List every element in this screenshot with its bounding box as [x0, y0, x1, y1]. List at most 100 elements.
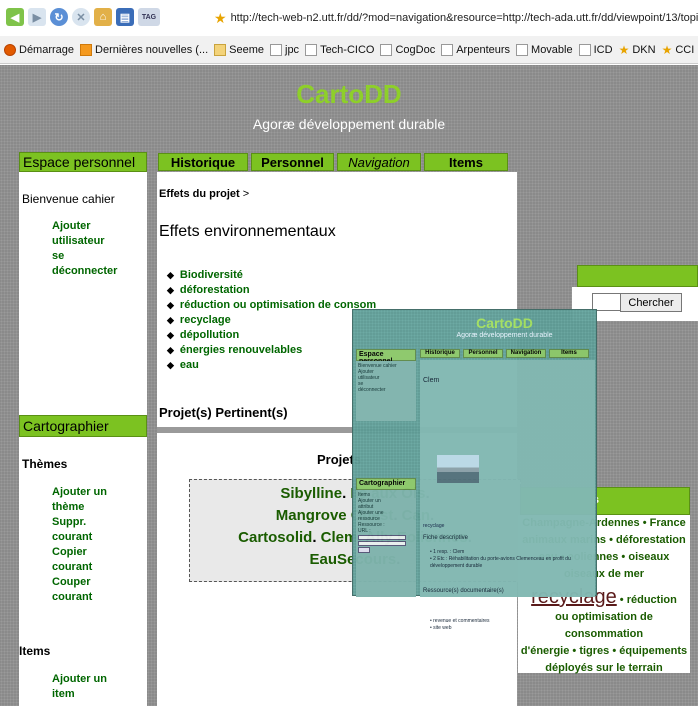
tag-link[interactable]: d'énergie — [521, 645, 569, 657]
espace-link[interactable]: se — [52, 249, 117, 264]
breadcrumb-link[interactable]: Effets du projet — [159, 188, 240, 200]
effect-item[interactable]: Biodiversité — [167, 268, 376, 283]
star-icon: ★ — [618, 42, 630, 57]
effect-item[interactable]: réduction ou optimisation de consom — [167, 298, 376, 313]
bookmark-item[interactable]: Tech-CICO — [305, 43, 374, 56]
page-content: CartoDD Agoræ développement durable Espa… — [0, 65, 698, 706]
tag-link[interactable]: équipements — [619, 645, 687, 657]
bookmark-item[interactable]: Démarrage — [4, 43, 74, 56]
bookmark-label[interactable]: DKN — [632, 44, 655, 56]
tag-link[interactable]: déforestation — [616, 534, 686, 546]
tab-historique[interactable]: Historique — [158, 153, 248, 171]
tag-bullet: • — [639, 517, 650, 529]
overlay-text: • site web — [430, 625, 452, 631]
section-title: Effets environnementaux — [159, 223, 336, 240]
tab-navigation[interactable]: Navigation — [337, 153, 421, 171]
tag-link[interactable]: déployés sur le terrain — [545, 662, 662, 674]
theme-link[interactable]: Ajouter un — [52, 485, 107, 500]
espace-link[interactable]: Ajouter — [52, 219, 117, 234]
overlay-cartographier-panel: Items Ajouter un attribut Ajouter une ressou… — [356, 490, 416, 597]
espace-link[interactable]: déconnecter — [52, 264, 117, 279]
projets-pertinents-heading: Projet(s) Pertinent(s) — [159, 405, 288, 420]
theme-link[interactable]: Suppr. — [52, 515, 107, 530]
bookmark-label[interactable]: CCI — [675, 44, 694, 56]
bookmark-item[interactable]: Movable — [516, 43, 573, 56]
theme-link[interactable]: Copier — [52, 545, 107, 560]
theme-link[interactable]: courant — [52, 530, 107, 545]
effect-item[interactable]: dépollution — [167, 328, 376, 343]
breadcrumb: Effets du projet > — [159, 188, 249, 200]
bookmark-item[interactable]: Dernières nouvelles (... — [80, 43, 208, 56]
espace-personnel-header: Espace personnel — [19, 152, 147, 172]
tab-personnel[interactable]: Personnel — [251, 153, 334, 171]
bookmark-item[interactable]: ★ CCI — [662, 44, 695, 56]
tag-link[interactable]: oiseaux — [628, 551, 669, 563]
overlay-item-title: Clem — [423, 377, 440, 384]
effect-item[interactable]: eau — [167, 358, 376, 373]
page-icon — [305, 43, 318, 56]
project-link[interactable]: Cartosolid — [238, 529, 312, 546]
bookmark-item[interactable]: jpc — [270, 43, 299, 56]
url-text[interactable]: http://tech-web-n2.utt.fr/dd/?mod=naviga… — [231, 12, 698, 24]
reload-icon[interactable]: ↻ — [50, 8, 68, 26]
bookmark-item[interactable]: ICD — [578, 43, 613, 56]
espace-link[interactable]: utilisateur — [52, 234, 117, 249]
overlay-text: URL : — [358, 528, 371, 534]
espace-personnel-panel: Bienvenue cahier Ajouter utilisateur se déc… — [19, 172, 147, 417]
bookmark-label[interactable]: Movable — [531, 44, 573, 56]
navigation-buttons: ◀ ▶ ↻ ✕ ⌂ ▤ TAG — [6, 6, 160, 28]
site-title[interactable]: CartoDD — [0, 79, 698, 110]
forward-icon[interactable]: ▶ — [28, 8, 46, 26]
bookmark-label[interactable]: Arpenteurs — [456, 44, 510, 56]
theme-link[interactable]: courant — [52, 560, 107, 575]
rss-icon — [80, 43, 93, 56]
home-icon[interactable]: ⌂ — [94, 8, 112, 26]
bookmark-label[interactable]: Tech-CICO — [320, 44, 374, 56]
bookmark-label[interactable]: Seeme — [229, 44, 264, 56]
effect-item[interactable]: déforestation — [167, 283, 376, 298]
tag-bullet: • — [606, 534, 617, 546]
address-bar[interactable]: ★ http://tech-web-n2.utt.fr/dd/?mod=navi… — [214, 8, 698, 28]
overlay-fiche-heading: Fiche descriptive — [423, 535, 469, 541]
stop-icon[interactable]: ✕ — [72, 8, 90, 26]
bookmark-label[interactable]: CogDoc — [395, 44, 435, 56]
theme-link[interactable]: courant — [52, 590, 107, 605]
back-icon[interactable]: ◀ — [6, 8, 24, 26]
bookmark-label[interactable]: Dernières nouvelles (... — [95, 44, 208, 56]
bookmark-item[interactable]: ★ DKN — [619, 44, 656, 56]
project-link[interactable]: Sibylline — [280, 485, 342, 502]
tab-items[interactable]: Items — [424, 153, 508, 171]
overlay-tab-navigation: Navigation — [506, 349, 546, 358]
tag-icon[interactable]: TAG — [138, 8, 160, 26]
tag-line: ou optimisation de consommation — [520, 609, 688, 643]
folder-icon — [214, 43, 227, 56]
overlay-fiche-list: • 1 resp. : Clem • 2 Etc : Réhabilitation… — [430, 549, 571, 570]
bookmark-label[interactable]: jpc — [285, 44, 299, 56]
tag-link[interactable]: France — [650, 517, 686, 529]
bookmark-icon[interactable]: ▤ — [116, 8, 134, 26]
overlay-text: • 1 resp. : Clem — [430, 549, 465, 555]
bookmark-item[interactable]: Seeme — [214, 43, 264, 56]
bookmark-label[interactable]: Démarrage — [19, 44, 74, 56]
overlay-field — [358, 541, 406, 546]
bookmark-item[interactable]: CogDoc — [380, 43, 435, 56]
effect-item[interactable]: énergies renouvelables — [167, 343, 376, 358]
tag-bullet: • — [569, 645, 580, 657]
main-tabs: Historique Personnel Navigation Items — [158, 153, 508, 171]
overlay-tabs: Historique Personnel Navigation Items — [420, 349, 589, 358]
tag-link[interactable]: réduction — [627, 594, 677, 606]
item-link[interactable]: Ajouter un — [52, 672, 107, 687]
overlay-subtitle: Agoræ développement durable — [456, 332, 553, 339]
theme-link[interactable]: thème — [52, 500, 107, 515]
effect-item[interactable]: recyclage — [167, 313, 376, 328]
search-header — [577, 265, 698, 287]
bookmark-item[interactable]: Arpenteurs — [441, 43, 510, 56]
tag-link[interactable]: ou optimisation de consommation — [555, 611, 653, 640]
star-icon[interactable]: ★ — [214, 10, 227, 27]
theme-link[interactable]: Couper — [52, 575, 107, 590]
tag-link[interactable]: tigres — [579, 645, 609, 657]
search-button[interactable]: Chercher — [620, 293, 682, 312]
themes-heading: Thèmes — [22, 457, 68, 471]
item-link[interactable]: item — [52, 687, 107, 702]
bookmark-label[interactable]: ICD — [594, 44, 613, 56]
